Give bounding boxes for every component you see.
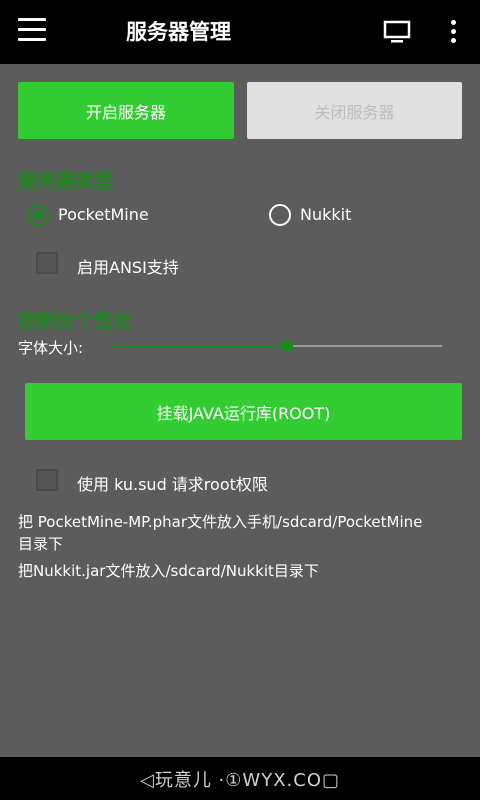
nukkit-radio-label[interactable]: Nukkit — [300, 205, 351, 224]
bottom-bar: ◁玩意儿 ·①WYX.CO▢ — [0, 757, 480, 800]
ansi-checkbox-label[interactable]: 启用ANSI支持 — [77, 254, 179, 278]
pocketmine-info-line1: 把 PocketMine-MP.phar文件放入手机/sdcard/Pocket… — [18, 513, 423, 531]
kusud-checkbox[interactable] — [36, 469, 58, 491]
console-heading: 控制台个性化 — [18, 310, 133, 332]
font-size-slider-thumb[interactable] — [281, 340, 293, 352]
more-vert-icon[interactable] — [445, 18, 461, 46]
mount-java-button[interactable]: 挂载JAVA运行库(ROOT) — [25, 383, 462, 440]
pocketmine-radio[interactable] — [27, 204, 49, 226]
page-title: 服务器管理 — [126, 20, 231, 44]
menu-icon[interactable] — [18, 18, 46, 42]
watermark: ◁玩意儿 ·①WYX.CO▢ — [139, 769, 340, 791]
ansi-checkbox[interactable] — [36, 252, 58, 274]
font-size-slider-fill — [113, 345, 287, 347]
font-size-label: 字体大小: — [18, 339, 84, 357]
app-bar: 服务器管理 — [0, 0, 480, 64]
server-type-heading: 服务器类型 — [18, 170, 114, 192]
kusud-checkbox-label[interactable]: 使用 ku.sud 请求root权限 — [77, 471, 268, 495]
monitor-icon[interactable] — [383, 20, 411, 44]
start-server-button[interactable]: 开启服务器 — [18, 82, 234, 139]
pocketmine-radio-label[interactable]: PocketMine — [58, 205, 149, 224]
stop-server-button[interactable]: 关闭服务器 — [247, 82, 462, 139]
pocketmine-info-line2: 目录下 — [18, 535, 64, 553]
nukkit-radio[interactable] — [269, 204, 291, 226]
font-size-slider[interactable] — [113, 340, 442, 352]
nukkit-info: 把Nukkit.jar文件放入/sdcard/Nukkit目录下 — [18, 562, 319, 580]
